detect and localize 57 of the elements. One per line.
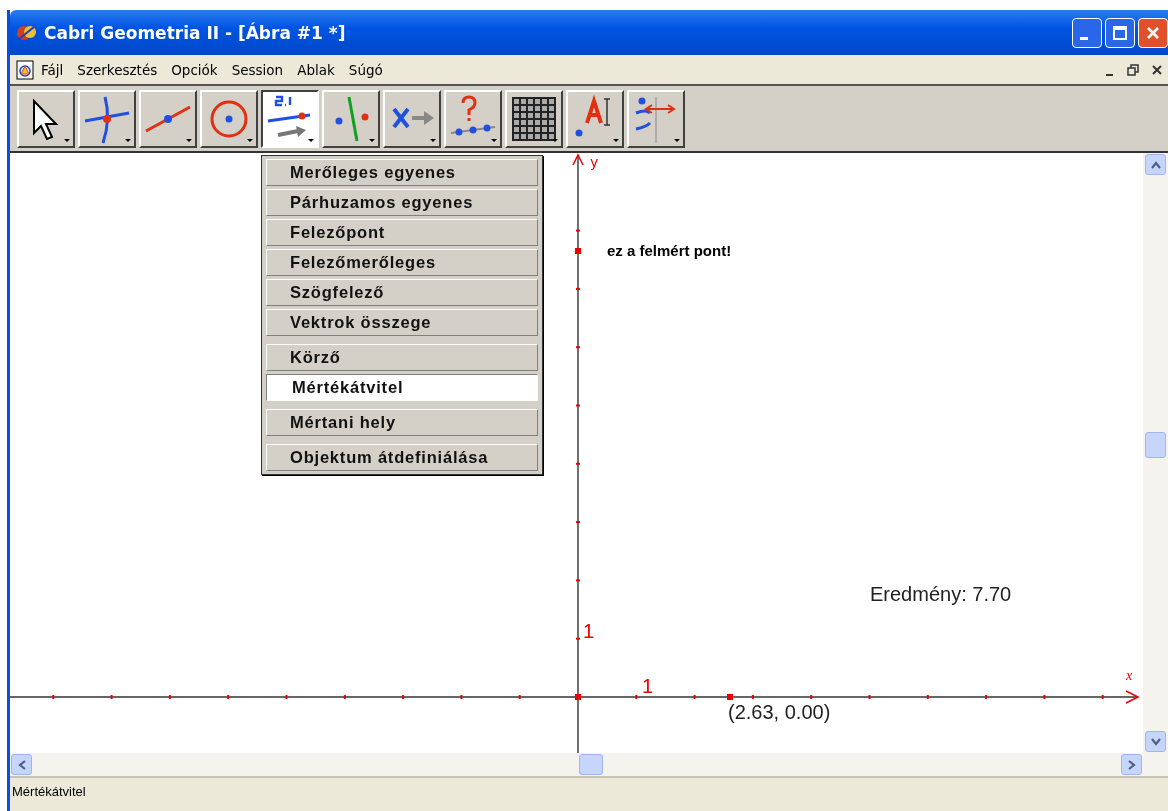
caret-icon (247, 138, 253, 142)
caret-icon (613, 138, 619, 142)
menu-option[interactable]: Merőleges egyenes (266, 159, 538, 186)
menu-item[interactable]: Fájl (34, 61, 71, 78)
minimize-button[interactable] (1072, 17, 1102, 48)
caret-icon (186, 138, 192, 142)
caret-icon (64, 138, 70, 142)
caret-icon (674, 138, 680, 142)
menu-option[interactable]: Objektum átdefiniálása (266, 444, 538, 471)
scroll-thumb[interactable] (579, 754, 603, 775)
maximize-icon (1112, 24, 1128, 41)
axis-label: y (590, 155, 599, 169)
caret-icon (308, 138, 314, 142)
menu-option[interactable]: Szögfelező (266, 279, 538, 306)
menu-option[interactable]: Mértékátvitel (266, 374, 538, 401)
coordinates-label: (2.63, 0.00) (728, 701, 831, 724)
caret-icon (552, 138, 558, 142)
scroll-thumb[interactable] (1145, 432, 1166, 458)
menu-item[interactable]: Opciók (164, 61, 225, 78)
tool-button[interactable] (261, 89, 319, 148)
menu-item[interactable]: Súgó (341, 61, 390, 78)
menu-item[interactable]: Ablak (290, 61, 342, 78)
scroll-right-button[interactable] (1121, 754, 1142, 775)
maximize-button[interactable] (1105, 17, 1135, 48)
menu-option[interactable]: Felezőpont (266, 219, 538, 246)
axis-label: x (1126, 669, 1133, 683)
menu-option[interactable]: Mértani hely (266, 409, 538, 436)
scroll-up-button[interactable] (1145, 154, 1166, 175)
menu-option[interactable]: Párhuzamos egyenes (266, 189, 538, 216)
menu-item[interactable]: Szerkesztés (70, 61, 165, 78)
point (727, 694, 733, 700)
close-button[interactable] (1138, 17, 1168, 48)
scroll-down-button[interactable] (1145, 731, 1166, 752)
unit-label: 1 (642, 676, 654, 696)
unit-label: 1 (583, 621, 595, 641)
horizontal-scrollbar[interactable] (10, 753, 1168, 776)
window-title: Cabri Geometria II - [Ábra #1 *] (44, 22, 347, 43)
caret-icon (125, 138, 131, 142)
minimize-icon (1080, 37, 1088, 40)
document-icon (16, 59, 34, 80)
menu-option[interactable]: Körző (266, 344, 538, 371)
caret-icon (491, 138, 497, 142)
caret-icon (430, 138, 436, 142)
scroll-left-button[interactable] (11, 754, 32, 775)
minimize-icon (1105, 73, 1113, 76)
menu-option[interactable]: Felezőmerőleges (266, 249, 538, 276)
close-icon (1152, 64, 1162, 75)
menu-option[interactable]: Vektrok összege (266, 309, 538, 336)
caret-icon (369, 138, 375, 142)
menu-item[interactable]: Session (224, 61, 291, 78)
point (575, 248, 581, 254)
restore-icon (1127, 63, 1139, 76)
result-text: Eredmény: 7.70 (870, 583, 1012, 606)
text-note: ez a felmért pont! (607, 242, 732, 259)
vertical-scrollbar[interactable] (1143, 153, 1168, 753)
status-text: Mértékátvitel (12, 784, 86, 799)
close-icon (1145, 24, 1161, 41)
